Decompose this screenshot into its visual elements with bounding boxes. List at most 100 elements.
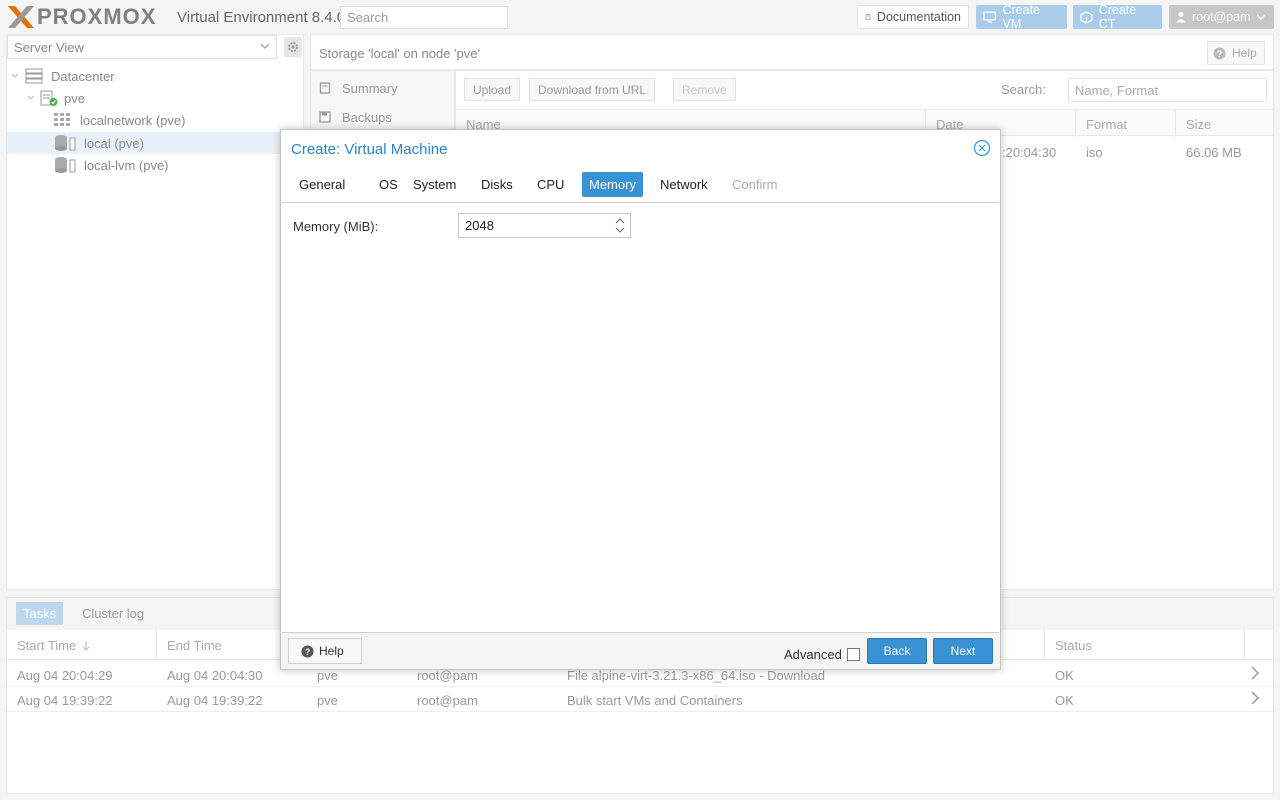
column-header-status[interactable]: Status — [1055, 638, 1092, 653]
tree-item-label: local (pve) — [84, 135, 144, 151]
tree-item-node-pve[interactable]: pve — [7, 87, 303, 109]
wizard-body: Memory (MiB): 2048 — [282, 202, 999, 633]
cell-description: Bulk start VMs and Containers — [567, 693, 743, 708]
column-header-size[interactable]: Size — [1186, 117, 1211, 132]
tree-item-label: local-lvm (pve) — [84, 157, 169, 173]
grid-search-input[interactable]: Name, Format — [1068, 78, 1267, 102]
collapse-arrow-icon — [27, 95, 35, 100]
cell-user: root@pam — [417, 693, 478, 708]
column-divider — [1175, 110, 1176, 137]
tree-item-label: pve — [64, 90, 85, 106]
chevron-down-icon — [1256, 14, 1266, 20]
question-circle-icon: ? — [1213, 47, 1226, 59]
tree-item-localnetwork[interactable]: localnetwork (pve) — [7, 109, 303, 131]
desktop-icon — [983, 11, 997, 23]
tree-item-datacenter[interactable]: Datacenter — [7, 65, 303, 87]
dialog-help-label: Help — [319, 644, 344, 658]
tab-confirm[interactable]: Confirm — [725, 172, 785, 197]
submenu-label: Summary — [342, 80, 398, 96]
chevron-down-icon — [260, 43, 270, 49]
column-header-end-time[interactable]: End Time — [167, 638, 222, 653]
memory-input[interactable]: 2048 — [458, 213, 631, 238]
submenu-item-backups[interactable]: Backups — [319, 106, 392, 128]
dialog-title: Create: Virtual Machine — [291, 141, 448, 158]
tree-item-label: Datacenter — [51, 68, 115, 84]
cell-description: File alpine-virt-3.21.3-x86_64.iso - Dow… — [567, 668, 825, 683]
download-from-url-button[interactable]: Download from URL — [529, 78, 656, 101]
version-label: Virtual Environment 8.4.0 — [177, 9, 346, 26]
gear-icon — [288, 42, 298, 52]
storage-icon — [55, 157, 76, 173]
user-menu-button[interactable]: root@pam — [1169, 5, 1274, 29]
content-header: Storage 'local' on node 'pve' ? Help — [310, 34, 1274, 70]
create-vm-label: Create VM — [1002, 3, 1041, 31]
page-title: Storage 'local' on node 'pve' — [319, 46, 480, 61]
tab-os[interactable]: OS — [372, 172, 405, 197]
upload-button[interactable]: Upload — [464, 78, 521, 101]
submenu-item-summary[interactable]: Summary — [319, 77, 398, 99]
advanced-checkbox[interactable] — [847, 648, 860, 661]
create-ct-button[interactable]: Create CT — [1073, 3, 1162, 31]
floppy-icon — [319, 111, 331, 123]
help-button[interactable]: ? Help — [1207, 41, 1265, 65]
tree-settings-button[interactable] — [284, 37, 302, 57]
tab-system[interactable]: System — [406, 172, 463, 197]
memory-label: Memory (MiB): — [293, 219, 379, 234]
grid-search-label: Search: — [1001, 82, 1046, 97]
chevron-right-icon[interactable] — [1251, 691, 1259, 705]
spinner-arrows-icon[interactable] — [614, 216, 626, 235]
submenu-label: Backups — [342, 109, 392, 125]
tab-general[interactable]: General — [292, 172, 352, 197]
resource-tree-panel: Server View Datacenter pve localnetwork … — [6, 34, 304, 590]
book-icon — [865, 14, 871, 20]
datacenter-icon — [25, 68, 43, 84]
documentation-button[interactable]: Documentation — [857, 5, 969, 29]
view-selector[interactable]: Server View — [7, 35, 277, 59]
back-button[interactable]: Back — [867, 638, 927, 664]
column-header-label: Start Time — [17, 638, 77, 653]
tree-item-local-storage[interactable]: local (pve) — [7, 132, 303, 154]
column-divider — [156, 630, 157, 660]
chevron-right-icon[interactable] — [1251, 666, 1259, 680]
sort-down-icon — [82, 641, 90, 651]
cube-icon — [1080, 10, 1093, 24]
logo-text: PROXMOX — [37, 4, 157, 29]
task-row[interactable]: Aug 04 19:39:22 Aug 04 19:39:22 pve root… — [7, 687, 1273, 712]
tab-network[interactable]: Network — [653, 172, 715, 197]
tab-memory[interactable]: Memory — [582, 172, 643, 197]
network-grid-icon — [54, 113, 70, 126]
search-input[interactable]: Search — [340, 6, 508, 29]
cell-format: iso — [1086, 145, 1103, 160]
tab-disks[interactable]: Disks — [474, 172, 520, 197]
dialog-help-button[interactable]: ? Help — [288, 638, 362, 664]
view-selector-label: Server View — [14, 40, 84, 55]
tab-cpu[interactable]: CPU — [530, 172, 571, 197]
memory-value: 2048 — [465, 218, 494, 233]
user-icon — [1176, 12, 1186, 23]
tab-cluster-log[interactable]: Cluster log — [75, 602, 151, 625]
create-vm-button[interactable]: Create VM — [976, 3, 1067, 31]
cell-status: OK — [1055, 693, 1074, 708]
column-header-format[interactable]: Format — [1086, 117, 1127, 132]
column-divider — [1244, 630, 1245, 660]
question-circle-icon: ? — [301, 645, 314, 657]
remove-button[interactable]: Remove — [673, 78, 736, 101]
cell-end-time: Aug 04 20:04:30 — [167, 668, 263, 683]
cell-date: :20:04:30 — [1002, 145, 1057, 160]
node-online-icon — [40, 90, 58, 106]
next-button[interactable]: Next — [933, 638, 993, 664]
tab-tasks[interactable]: Tasks — [16, 602, 64, 625]
tree-item-local-lvm-storage[interactable]: local-lvm (pve) — [7, 154, 303, 176]
close-icon[interactable] — [973, 139, 991, 157]
documentation-label: Documentation — [876, 10, 961, 24]
book-icon — [319, 82, 331, 94]
tree-item-label: localnetwork (pve) — [80, 112, 186, 128]
proxmox-logo: PROXMOX — [6, 4, 156, 30]
column-header-start-time[interactable]: Start Time — [17, 638, 90, 653]
svg-text:?: ? — [305, 647, 311, 657]
cell-size: 66.06 MB — [1186, 145, 1242, 160]
cell-user: root@pam — [417, 668, 478, 683]
create-ct-label: Create CT — [1098, 3, 1137, 31]
user-label: root@pam — [1192, 10, 1251, 24]
column-divider — [1044, 630, 1045, 660]
